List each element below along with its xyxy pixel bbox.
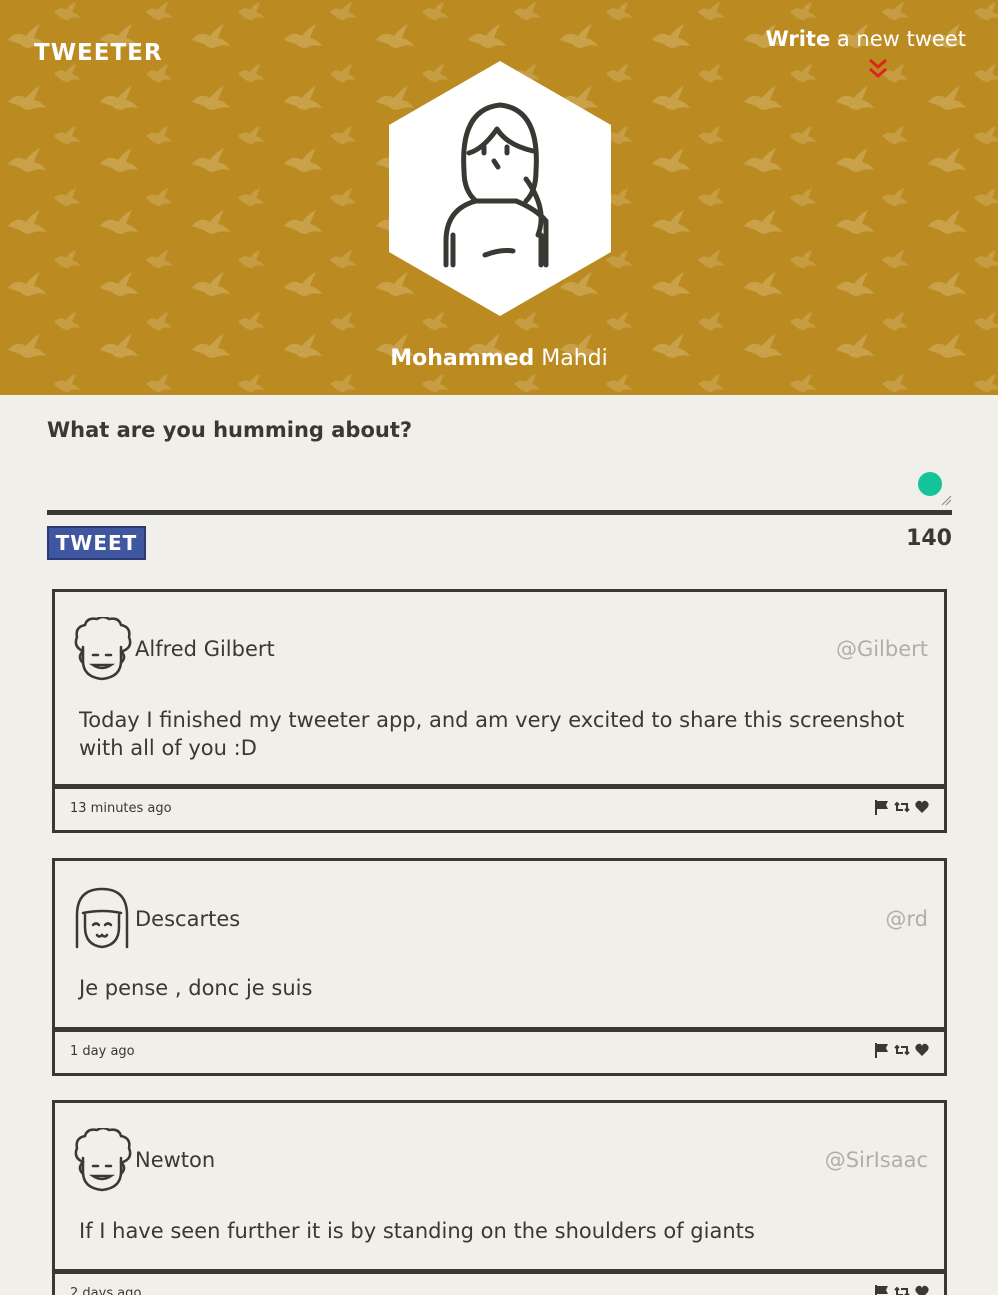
tweet-actions	[874, 1042, 930, 1058]
flag-icon[interactable]	[874, 1042, 890, 1058]
tweet-textarea[interactable]	[47, 457, 952, 511]
heart-icon[interactable]	[914, 1042, 930, 1058]
compose-title: What are you humming about?	[47, 418, 413, 442]
retweet-icon[interactable]	[894, 1042, 910, 1058]
tweet-author-name: Descartes	[135, 907, 241, 931]
resize-grip-icon[interactable]	[940, 494, 952, 506]
tweet-timestamp: 2 days ago	[70, 1286, 142, 1295]
curly-hair-avatar-icon	[74, 1128, 132, 1192]
tweet-body: Descartes @rd Je pense , donc je suis	[55, 861, 944, 1032]
profile-first-name: Mohammed	[390, 346, 535, 371]
tweet-author-name: Newton	[135, 1148, 216, 1172]
tweet-text: Today I finished my tweeter app, and am …	[79, 708, 905, 760]
curly-hair-avatar-icon	[74, 617, 132, 681]
tweet-text: Je pense , donc je suis	[79, 976, 313, 1000]
tweet-footer: 2 days ago	[55, 1274, 944, 1295]
retweet-icon[interactable]	[894, 1284, 910, 1295]
flag-icon[interactable]	[874, 1284, 890, 1295]
tweet-card: Newton @SirIsaac If I have seen further …	[52, 1100, 947, 1295]
flag-icon[interactable]	[874, 799, 890, 815]
profile-last-name: Mahdi	[541, 346, 608, 371]
tweet-footer: 1 day ago	[55, 1032, 944, 1075]
character-counter: 140	[906, 526, 952, 551]
heart-icon[interactable]	[914, 799, 930, 815]
write-new-tweet-rest: a new tweet	[836, 27, 966, 51]
profile-avatar	[389, 61, 611, 316]
tweet-body: Alfred Gilbert @Gilbert Today I finished…	[55, 592, 944, 789]
grammarly-icon[interactable]	[918, 472, 942, 496]
compose-underline	[47, 510, 952, 515]
write-new-tweet-bold: Write	[765, 27, 831, 51]
tweet-actions	[874, 799, 930, 815]
profile-header: TWEETER Write a new tweet Mohammed Mahdi	[0, 0, 998, 395]
tweet-text: If I have seen further it is by standing…	[79, 1219, 755, 1243]
app-logo[interactable]: TWEETER	[34, 40, 163, 66]
tweet-card: Alfred Gilbert @Gilbert Today I finished…	[52, 589, 947, 833]
tweet-author-handle[interactable]: @SirIsaac	[825, 1148, 928, 1172]
tweet-author-handle[interactable]: @Gilbert	[836, 637, 928, 661]
tweet-author-handle[interactable]: @rd	[885, 907, 928, 931]
tweet-timestamp: 1 day ago	[70, 1044, 135, 1059]
tweet-footer: 13 minutes ago	[55, 789, 944, 832]
tweet-author-name: Alfred Gilbert	[135, 637, 275, 661]
tweet-card: Descartes @rd Je pense , donc je suis 1 …	[52, 858, 947, 1076]
tweet-body: Newton @SirIsaac If I have seen further …	[55, 1103, 944, 1274]
profile-name: Mohammed Mahdi	[0, 346, 998, 371]
tweet-button[interactable]: TWEET	[47, 526, 146, 560]
tweet-actions	[874, 1284, 930, 1295]
retweet-icon[interactable]	[894, 799, 910, 815]
bob-hair-avatar-icon	[75, 887, 129, 949]
double-chevron-down-icon[interactable]	[866, 57, 890, 81]
write-new-tweet-link[interactable]: Write a new tweet	[766, 27, 966, 51]
tweet-timestamp: 13 minutes ago	[70, 801, 172, 816]
heart-icon[interactable]	[914, 1284, 930, 1295]
